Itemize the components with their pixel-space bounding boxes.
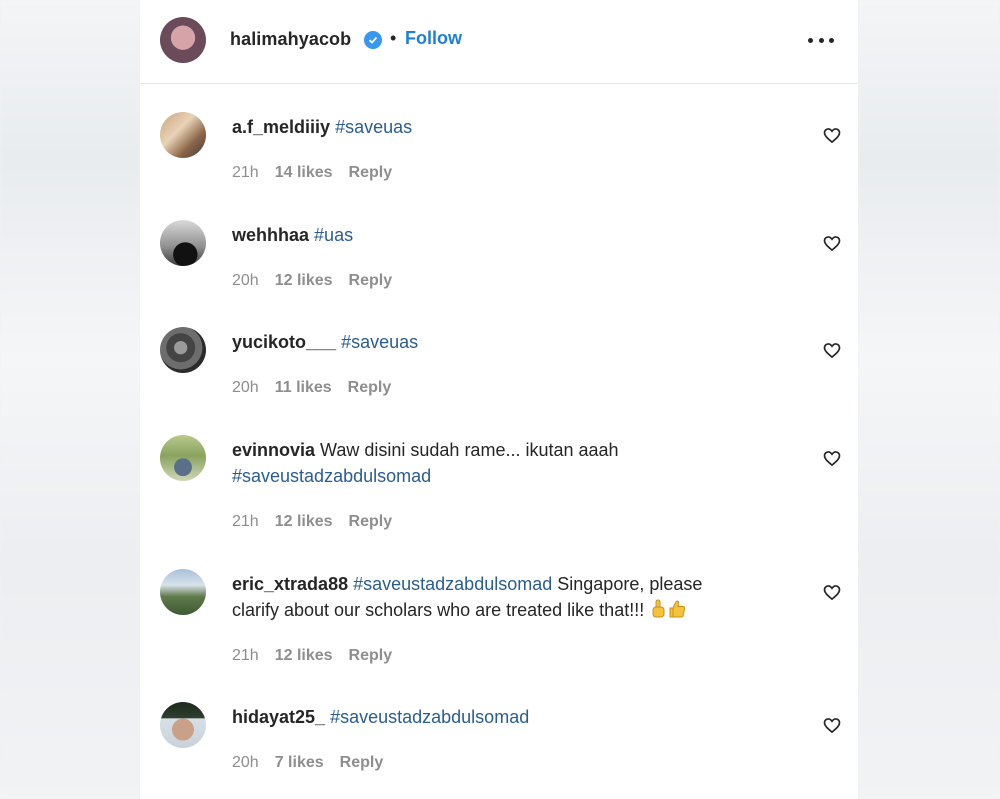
thumbs-up-emoji-icon <box>667 599 686 619</box>
verified-badge-icon <box>364 31 382 49</box>
comment-username[interactable]: wehhhaa <box>232 225 309 245</box>
commenter-avatar[interactable] <box>160 702 206 748</box>
comment-hashtag[interactable]: #uas <box>314 225 353 245</box>
comment-likes[interactable]: 11 likes <box>275 379 332 397</box>
author-avatar[interactable] <box>160 17 206 63</box>
heart-icon[interactable] <box>822 582 842 602</box>
commenter-avatar[interactable] <box>160 435 206 481</box>
comment-hashtag[interactable]: #saveustadzabdulsomad <box>353 574 552 594</box>
comment-text: hidayat25_ #saveustadzabdulsomad <box>232 704 792 730</box>
reply-button[interactable]: Reply <box>349 647 393 665</box>
comment-body-line2: clarify about our scholars who are treat… <box>232 600 645 620</box>
commenter-avatar[interactable] <box>160 112 206 158</box>
comment-likes[interactable]: 14 likes <box>275 164 333 182</box>
blurred-background-right <box>858 0 1000 799</box>
comment-likes[interactable]: 12 likes <box>275 513 333 531</box>
post-header: halimahyacob • Follow <box>140 0 858 84</box>
comment-hashtag[interactable]: #saveustadzabdulsomad <box>232 466 431 486</box>
comment-time: 21h <box>232 647 259 664</box>
comment-text: wehhhaa #uas <box>232 222 792 248</box>
commenter-avatar[interactable] <box>160 569 206 615</box>
comments-panel: halimahyacob • Follow a.f_meldiiiy #save… <box>140 0 858 799</box>
heart-icon[interactable] <box>822 340 842 360</box>
header-separator: • <box>390 28 397 48</box>
comment-meta: 21h 12 likes Reply <box>232 647 392 665</box>
follow-button[interactable]: Follow <box>405 28 462 49</box>
comment-meta: 20h 7 likes Reply <box>232 754 383 772</box>
comment-username[interactable]: a.f_meldiiiy <box>232 117 330 137</box>
more-options-icon[interactable] <box>808 30 834 50</box>
reply-button[interactable]: Reply <box>349 513 393 531</box>
comment-time: 20h <box>232 754 259 771</box>
heart-icon[interactable] <box>822 715 842 735</box>
comment-meta: 20h 12 likes Reply <box>232 272 392 290</box>
author-username[interactable]: halimahyacob <box>230 29 351 50</box>
pointing-up-emoji-icon <box>649 599 667 619</box>
comment-username[interactable]: eric_xtrada88 <box>232 574 348 594</box>
comment-username[interactable]: evinnovia <box>232 440 315 460</box>
comment-text: a.f_meldiiiy #saveuas <box>232 114 792 140</box>
heart-icon[interactable] <box>822 448 842 468</box>
blurred-background-left <box>0 0 140 799</box>
comment-text: yucikoto___ #saveuas <box>232 329 792 355</box>
comment-hashtag[interactable]: #saveuas <box>335 117 412 137</box>
comment-likes[interactable]: 12 likes <box>275 647 333 665</box>
comment-username[interactable]: yucikoto___ <box>232 332 336 352</box>
comment-time: 20h <box>232 379 259 396</box>
comment-text: evinnovia Waw disini sudah rame... ikuta… <box>232 437 792 489</box>
comment-meta: 21h 12 likes Reply <box>232 513 392 531</box>
comment-time: 21h <box>232 164 259 181</box>
heart-icon[interactable] <box>822 125 842 145</box>
commenter-avatar[interactable] <box>160 327 206 373</box>
heart-icon[interactable] <box>822 233 842 253</box>
comment-text: eric_xtrada88 #saveustadzabdulsomad Sing… <box>232 571 792 623</box>
comment-hashtag[interactable]: #saveustadzabdulsomad <box>330 707 529 727</box>
comment-time: 20h <box>232 272 259 289</box>
comment-username[interactable]: hidayat25_ <box>232 707 325 727</box>
comment-meta: 21h 14 likes Reply <box>232 164 392 182</box>
comment-body: Waw disini sudah rame... ikutan aaah <box>320 440 619 460</box>
commenter-avatar[interactable] <box>160 220 206 266</box>
comment-likes[interactable]: 7 likes <box>275 754 324 772</box>
reply-button[interactable]: Reply <box>349 272 393 290</box>
comment-body: Singapore, please <box>557 574 703 594</box>
comment-time: 21h <box>232 513 259 530</box>
comment-likes[interactable]: 12 likes <box>275 272 333 290</box>
reply-button[interactable]: Reply <box>349 164 393 182</box>
reply-button[interactable]: Reply <box>348 379 392 397</box>
reply-button[interactable]: Reply <box>340 754 384 772</box>
comment-meta: 20h 11 likes Reply <box>232 379 391 397</box>
comment-hashtag[interactable]: #saveuas <box>341 332 418 352</box>
